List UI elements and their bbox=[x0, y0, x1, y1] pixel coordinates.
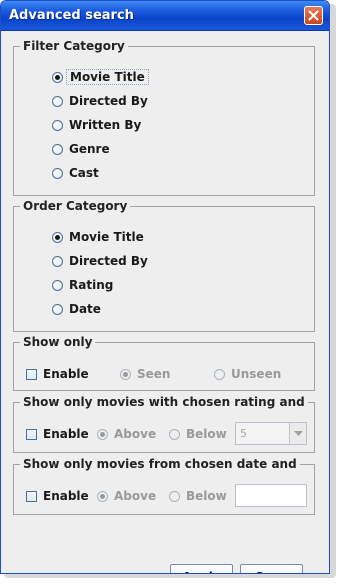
rating-select-value: 5 bbox=[240, 427, 247, 440]
order-option-rating[interactable]: Rating bbox=[52, 276, 113, 294]
enable-checkbox[interactable] bbox=[26, 490, 37, 502]
radio-icon[interactable] bbox=[52, 255, 63, 267]
rating-filter-legend: Show only movies with chosen rating and bbox=[23, 395, 305, 409]
radio-icon[interactable] bbox=[214, 368, 225, 380]
radio-icon[interactable] bbox=[52, 119, 63, 131]
enable-label: Enable bbox=[43, 427, 89, 441]
radio-label: Cast bbox=[69, 166, 99, 180]
enable-label: Enable bbox=[43, 489, 89, 503]
title-bar[interactable]: Advanced search bbox=[1, 1, 329, 31]
rating-filter-group: Show only movies with chosen rating and … bbox=[13, 395, 315, 453]
date-input[interactable] bbox=[235, 484, 307, 507]
unseen-label: Unseen bbox=[231, 367, 282, 381]
order-option-directed-by[interactable]: Directed By bbox=[52, 252, 148, 270]
radio-label: Directed By bbox=[69, 254, 148, 268]
close-button[interactable] bbox=[304, 6, 323, 25]
order-category-group: Order Category Movie Title Directed By R… bbox=[13, 199, 315, 332]
rating-filter-below[interactable]: Below bbox=[169, 425, 227, 443]
enable-label: Enable bbox=[43, 367, 89, 381]
order-option-movie-title[interactable]: Movie Title bbox=[52, 228, 144, 246]
filter-option-directed-by[interactable]: Directed By bbox=[52, 92, 148, 110]
apply-button[interactable]: Apply bbox=[170, 564, 233, 573]
save-button[interactable]: Save bbox=[240, 564, 303, 573]
radio-icon[interactable] bbox=[169, 490, 180, 502]
radio-icon[interactable] bbox=[52, 303, 63, 315]
above-label: Above bbox=[114, 489, 157, 503]
filter-category-group: Filter Category Movie Title Directed By … bbox=[13, 39, 315, 196]
window-title: Advanced search bbox=[9, 8, 134, 23]
date-filter-legend: Show only movies from chosen date and bbox=[23, 457, 297, 471]
order-category-legend: Order Category bbox=[23, 199, 128, 213]
show-only-group: Show only Enable Seen Unseen bbox=[13, 335, 315, 391]
date-filter-enable[interactable]: Enable bbox=[26, 487, 89, 505]
chevron-down-icon bbox=[293, 430, 303, 436]
radio-icon[interactable] bbox=[169, 428, 180, 440]
below-label: Below bbox=[186, 427, 227, 441]
radio-icon[interactable] bbox=[52, 143, 63, 155]
show-only-enable[interactable]: Enable bbox=[26, 365, 89, 383]
rating-filter-enable[interactable]: Enable bbox=[26, 425, 89, 443]
radio-icon[interactable] bbox=[52, 167, 63, 179]
radio-label: Rating bbox=[69, 278, 114, 292]
radio-label: Directed By bbox=[69, 94, 148, 108]
radio-icon[interactable] bbox=[52, 279, 63, 291]
radio-icon[interactable] bbox=[52, 71, 63, 83]
radio-icon[interactable] bbox=[120, 368, 131, 380]
rating-filter-above[interactable]: Above bbox=[97, 425, 156, 443]
enable-checkbox[interactable] bbox=[26, 428, 37, 440]
seen-label: Seen bbox=[137, 367, 171, 381]
below-label: Below bbox=[186, 489, 227, 503]
above-label: Above bbox=[114, 427, 157, 441]
radio-label: Written By bbox=[69, 118, 142, 132]
dialog-content: Filter Category Movie Title Directed By … bbox=[1, 31, 329, 573]
radio-label: Genre bbox=[69, 142, 110, 156]
show-only-legend: Show only bbox=[23, 335, 93, 349]
radio-label: Date bbox=[69, 302, 101, 316]
filter-option-movie-title[interactable]: Movie Title bbox=[52, 68, 149, 86]
rating-select[interactable]: 5 bbox=[235, 422, 307, 445]
radio-icon[interactable] bbox=[52, 95, 63, 107]
date-filter-below[interactable]: Below bbox=[169, 487, 227, 505]
filter-category-legend: Filter Category bbox=[23, 39, 125, 53]
radio-label: Movie Title bbox=[69, 230, 144, 244]
date-filter-group: Show only movies from chosen date and En… bbox=[13, 457, 315, 515]
show-only-unseen[interactable]: Unseen bbox=[214, 365, 281, 383]
radio-icon[interactable] bbox=[97, 428, 108, 440]
filter-option-genre[interactable]: Genre bbox=[52, 140, 110, 158]
advanced-search-dialog: Advanced search Filter Category Movie Ti… bbox=[0, 0, 330, 574]
date-filter-above[interactable]: Above bbox=[97, 487, 156, 505]
radio-icon[interactable] bbox=[97, 490, 108, 502]
radio-label: Movie Title bbox=[66, 69, 149, 85]
show-only-seen[interactable]: Seen bbox=[120, 365, 170, 383]
enable-checkbox[interactable] bbox=[26, 368, 37, 380]
combo-arrow-button[interactable] bbox=[289, 423, 306, 444]
filter-option-cast[interactable]: Cast bbox=[52, 164, 99, 182]
close-icon bbox=[308, 10, 319, 21]
order-option-date[interactable]: Date bbox=[52, 300, 101, 318]
radio-icon[interactable] bbox=[52, 231, 63, 243]
filter-option-written-by[interactable]: Written By bbox=[52, 116, 141, 134]
